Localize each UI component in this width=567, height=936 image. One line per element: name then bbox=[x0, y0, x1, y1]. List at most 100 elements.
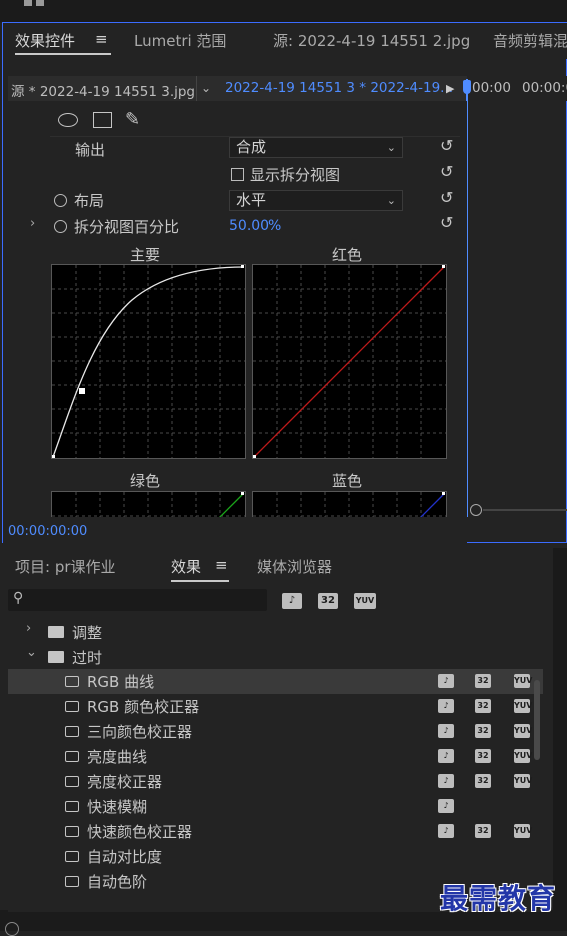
status-icon[interactable] bbox=[5, 922, 19, 936]
accelerated-badge-icon: ♪ bbox=[438, 799, 454, 813]
yuv-badge-icon: YUV bbox=[514, 749, 532, 763]
tab-media-browser[interactable]: 媒体浏览器 bbox=[257, 556, 332, 577]
blue-curve-graph[interactable] bbox=[252, 491, 447, 517]
effect-item[interactable]: 自动对比度 bbox=[8, 844, 543, 869]
source-clip-label[interactable]: 源 * 2022-4-19 14551 3.jpg bbox=[11, 80, 195, 100]
effect-item[interactable]: 快速颜色校正器 ♪ 32 YUV bbox=[8, 819, 543, 844]
chevron-down-icon: ⌄ bbox=[386, 141, 396, 154]
rectangle-mask-icon[interactable] bbox=[93, 112, 112, 128]
reset-icon[interactable]: ↺ bbox=[440, 162, 453, 181]
tab-effect-controls[interactable]: 效果控件 bbox=[15, 30, 75, 51]
accelerated-filter-icon[interactable]: ♪ bbox=[282, 593, 302, 609]
chevron-down-icon[interactable]: ⌄ bbox=[201, 81, 211, 95]
tab-effects[interactable]: 效果 bbox=[171, 556, 201, 577]
stopwatch-icon[interactable] bbox=[54, 194, 67, 207]
effect-label: RGB 曲线 bbox=[87, 673, 155, 691]
folder-row[interactable]: ⌄ 过时 bbox=[8, 644, 543, 669]
reset-icon[interactable]: ↺ bbox=[440, 188, 453, 207]
effects-list-scrollbar[interactable] bbox=[531, 624, 543, 904]
layout-label: 布局 bbox=[74, 192, 105, 210]
effect-label: 亮度校正器 bbox=[87, 773, 163, 791]
timeline-zoom-scrollbar[interactable] bbox=[470, 503, 567, 517]
chevron-down-icon: ⌄ bbox=[386, 194, 396, 207]
ellipse-mask-icon[interactable] bbox=[58, 113, 78, 127]
timeline-ruler[interactable]: 00:00 00:00:0 bbox=[470, 76, 567, 101]
folder-icon bbox=[48, 626, 64, 638]
tab-source[interactable]: 源: 2022-4-19 14551 2.jpg bbox=[273, 30, 470, 51]
effect-item[interactable]: 快速模糊 ♪ bbox=[8, 794, 543, 819]
window-control-icon bbox=[24, 0, 32, 6]
expand-chevron-icon[interactable]: › bbox=[26, 621, 31, 636]
zoom-handle[interactable] bbox=[470, 504, 482, 516]
folder-label: 调整 bbox=[72, 624, 103, 642]
effects-search-input[interactable]: ⚲ bbox=[8, 589, 267, 611]
effect-icon bbox=[65, 851, 79, 862]
red-curve-graph[interactable] bbox=[252, 264, 447, 459]
curve-title-red: 红色 bbox=[332, 246, 363, 264]
stopwatch-icon[interactable] bbox=[54, 220, 67, 233]
effect-icon bbox=[65, 751, 79, 762]
32bit-badge-icon: 32 bbox=[475, 824, 491, 838]
effect-icon bbox=[65, 876, 79, 887]
timecode-bar: 00:00:00:00 bbox=[3, 517, 467, 543]
reset-icon[interactable]: ↺ bbox=[440, 136, 453, 155]
layout-dropdown[interactable]: 水平 ⌄ bbox=[229, 190, 403, 211]
active-tab-underline bbox=[171, 580, 229, 582]
tab-audio-clip-mixer[interactable]: 音频剪辑混 bbox=[493, 30, 567, 51]
effect-item[interactable]: RGB 颜色校正器 ♪ 32 YUV bbox=[8, 694, 543, 719]
output-label: 输出 bbox=[75, 141, 106, 159]
panel-menu-icon[interactable]: ≡ bbox=[95, 30, 108, 48]
curve-title-green: 绿色 bbox=[130, 472, 161, 490]
yuv-filter-icon[interactable]: YUV bbox=[354, 593, 376, 609]
accelerated-badge-icon: ♪ bbox=[438, 699, 454, 713]
tab-lumetri-scopes[interactable]: Lumetri 范围 bbox=[134, 30, 226, 51]
effects-filter-bar: ♪ 32 YUV bbox=[282, 592, 376, 610]
effect-label: 亮度曲线 bbox=[87, 748, 148, 766]
effect-label: 自动色阶 bbox=[87, 873, 148, 891]
green-curve-graph[interactable] bbox=[51, 491, 246, 517]
curve-title-blue: 蓝色 bbox=[332, 472, 363, 490]
effect-item[interactable]: 三向颜色校正器 ♪ 32 YUV bbox=[8, 719, 543, 744]
reset-icon[interactable]: ↺ bbox=[440, 213, 453, 232]
effect-icon bbox=[65, 726, 79, 737]
effect-label: 快速模糊 bbox=[87, 798, 148, 816]
expand-chevron-icon[interactable]: › bbox=[30, 216, 35, 231]
scrollbar-thumb[interactable] bbox=[534, 680, 540, 760]
effect-item[interactable]: 亮度校正器 ♪ 32 YUV bbox=[8, 769, 543, 794]
effect-icon bbox=[65, 801, 79, 812]
sequence-clip-label[interactable]: 2022-4-19 14551 3 * 2022-4-19... bbox=[225, 80, 453, 96]
tab-project[interactable]: 项目: pr课作业 bbox=[15, 556, 116, 577]
master-curve-svg bbox=[52, 265, 245, 458]
output-value: 合成 bbox=[236, 138, 267, 156]
layout-value: 水平 bbox=[236, 191, 267, 209]
effect-label: 快速颜色校正器 bbox=[87, 823, 193, 841]
timecode-display[interactable]: 00:00:00:00 bbox=[8, 524, 87, 539]
folder-row[interactable]: › 调整 bbox=[8, 619, 543, 644]
yuv-badge-icon: YUV bbox=[514, 724, 532, 738]
watermark-logo: 最需教育 bbox=[440, 882, 557, 915]
collapse-chevron-icon[interactable]: ⌄ bbox=[26, 645, 37, 660]
split-percent-label: 拆分视图百分比 bbox=[74, 218, 180, 236]
32bit-badge-icon: 32 bbox=[475, 724, 491, 738]
master-curve-graph[interactable] bbox=[51, 264, 246, 459]
search-icon: ⚲ bbox=[13, 590, 24, 606]
playhead-handle[interactable] bbox=[463, 80, 471, 94]
curve-title-master: 主要 bbox=[130, 246, 161, 264]
active-tab-underline bbox=[15, 53, 111, 55]
effect-item[interactable]: 亮度曲线 ♪ 32 YUV bbox=[8, 744, 543, 769]
split-percent-value[interactable]: 50.00 bbox=[229, 218, 269, 234]
split-view-checkbox[interactable] bbox=[231, 168, 244, 181]
output-dropdown[interactable]: 合成 ⌄ bbox=[229, 137, 403, 158]
32bit-badge-icon: 32 bbox=[475, 774, 491, 788]
32bit-filter-icon[interactable]: 32 bbox=[318, 593, 338, 609]
effect-properties: ✎ 输出 合成 ⌄ ↺ 显示拆分视图 ↺ 布局 水平 ⌄ ↺ › 拆分视图百分比… bbox=[10, 101, 467, 517]
effect-item[interactable]: RGB 曲线 ♪ 32 YUV bbox=[8, 669, 543, 694]
pen-mask-icon[interactable]: ✎ bbox=[125, 109, 140, 130]
play-triangle-icon[interactable]: ▶ bbox=[446, 82, 454, 95]
split-view-label: 显示拆分视图 bbox=[250, 166, 341, 184]
32bit-badge-icon: 32 bbox=[475, 749, 491, 763]
accelerated-badge-icon: ♪ bbox=[438, 674, 454, 688]
panel-menu-icon[interactable]: ≡ bbox=[215, 556, 228, 574]
clip-selector-bar: 源 * 2022-4-19 14551 3.jpg ⌄ 2022-4-19 14… bbox=[8, 76, 467, 101]
yuv-badge-icon: YUV bbox=[514, 699, 532, 713]
